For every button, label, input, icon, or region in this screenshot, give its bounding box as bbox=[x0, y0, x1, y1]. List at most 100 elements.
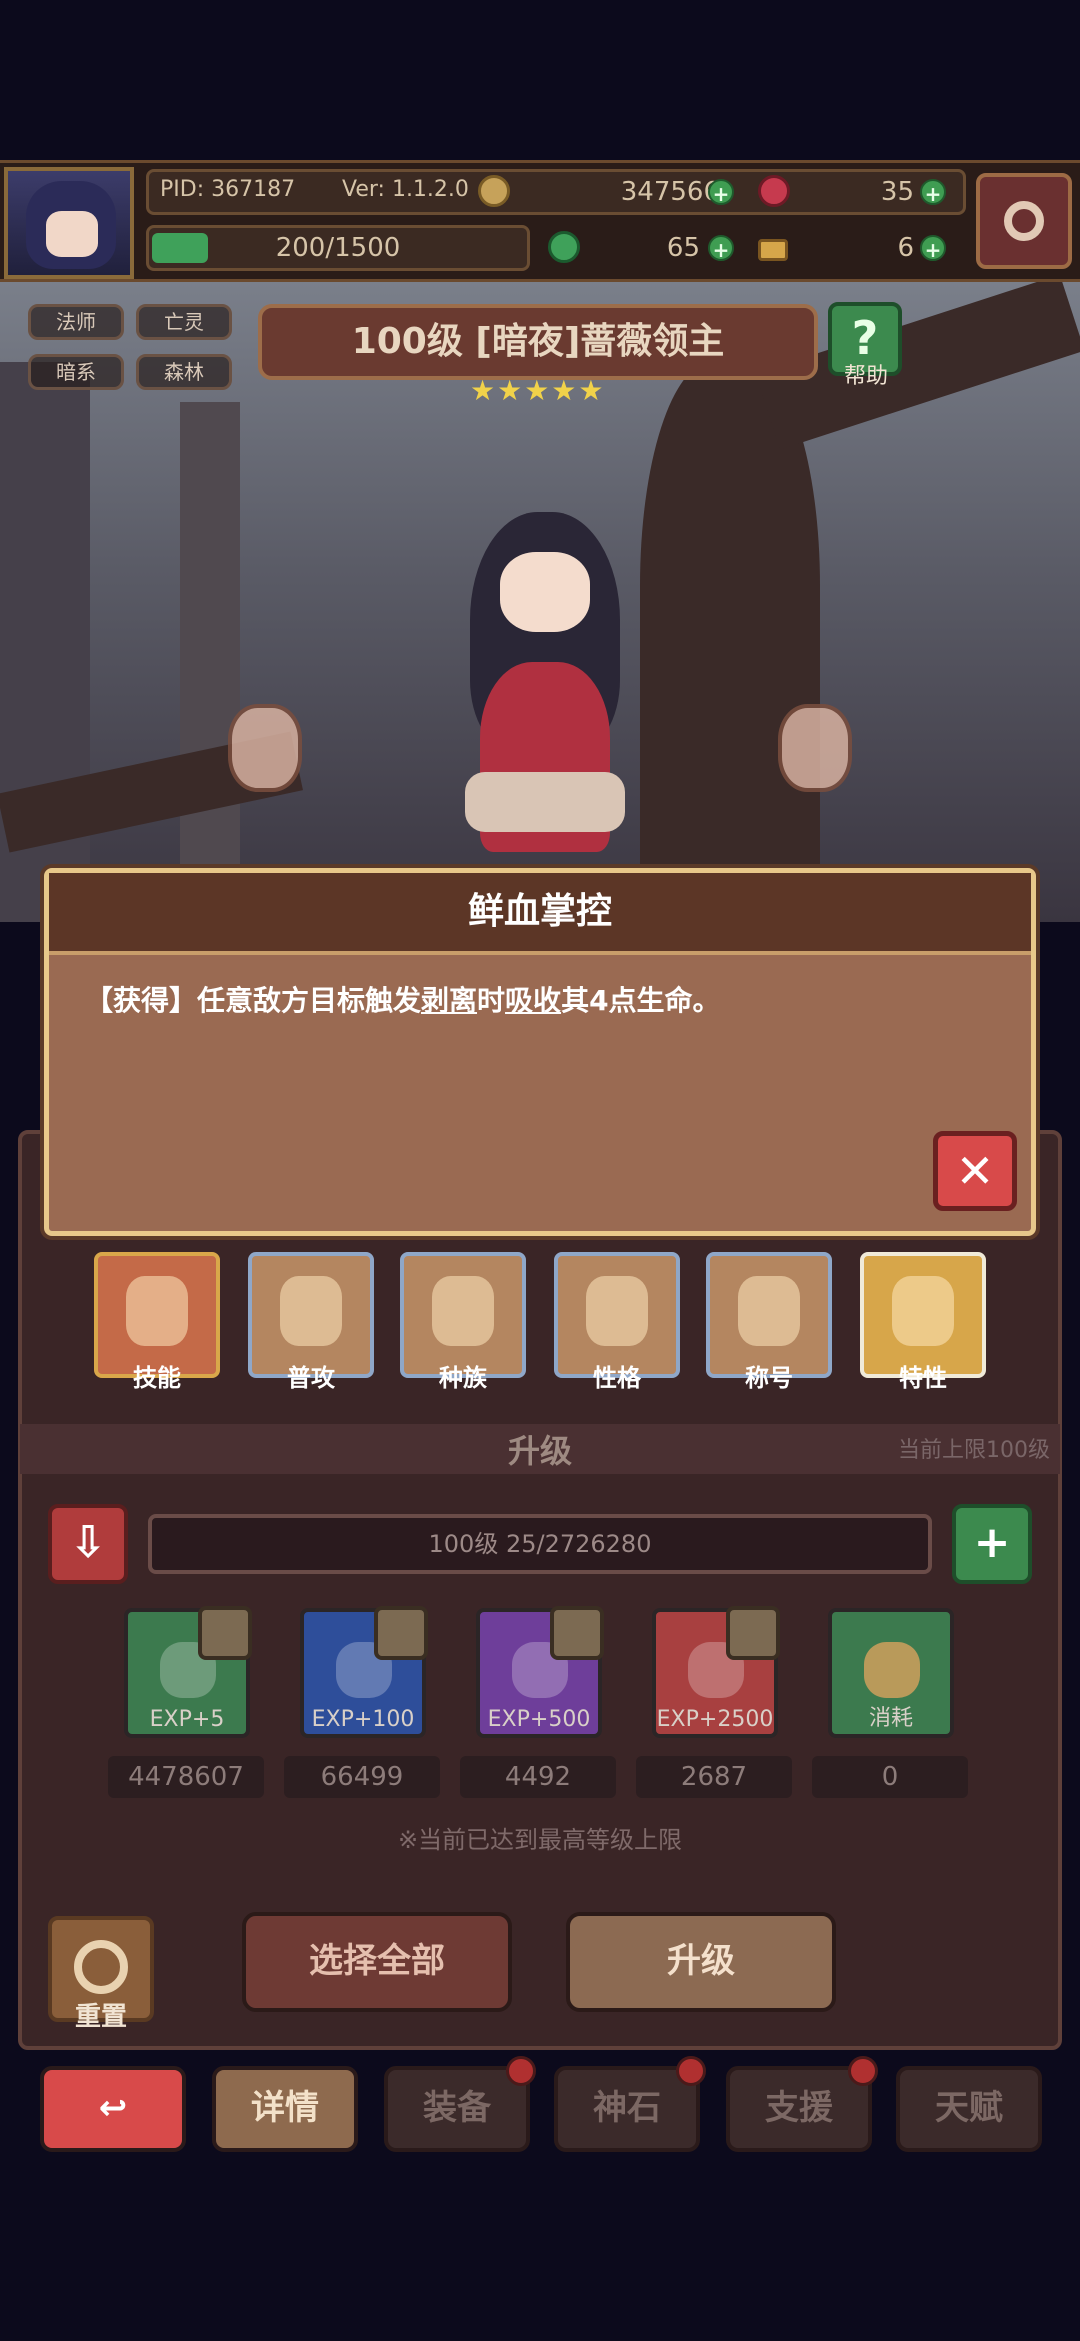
keyword-absorb[interactable]: 吸收 bbox=[505, 984, 561, 1017]
level-cap-text: 当前上限100级 bbox=[898, 1438, 1050, 1463]
tag-terrain: 森林 bbox=[136, 354, 232, 390]
tab-trait-label: 特性 bbox=[899, 1364, 947, 1392]
exp-item-huge[interactable]: EXP+2500 bbox=[652, 1606, 780, 1738]
exp-item-count: 2687 bbox=[636, 1756, 792, 1798]
keyword-strip[interactable]: 剥离 bbox=[421, 984, 477, 1017]
desc-prefix: 【获得】任意敌方目标触发 bbox=[85, 984, 422, 1017]
tag-element: 暗系 bbox=[28, 354, 124, 390]
add-key-button[interactable]: + bbox=[920, 235, 946, 262]
help-label: 帮助 bbox=[843, 364, 888, 389]
gem-amount: 35 bbox=[880, 177, 914, 207]
personality-icon bbox=[586, 1276, 648, 1346]
lock-icon bbox=[198, 1606, 252, 1660]
gear-icon bbox=[1004, 201, 1044, 241]
hero-sprite bbox=[430, 512, 650, 852]
tag-race: 亡灵 bbox=[136, 304, 232, 340]
notification-dot bbox=[676, 2056, 706, 2086]
add-clover-button[interactable]: + bbox=[708, 235, 734, 262]
select-all-button[interactable]: 选择全部 bbox=[242, 1912, 512, 2012]
prev-hero-button[interactable] bbox=[228, 704, 302, 792]
tab-attack-label: 普攻 bbox=[287, 1364, 335, 1392]
lock-icon bbox=[726, 1606, 780, 1660]
player-id: PID: 367187 bbox=[160, 177, 296, 202]
hero-stars: ★★★★★ bbox=[470, 374, 606, 407]
hero-title-bar: 100级 [暗夜]蔷薇领主 bbox=[258, 304, 818, 380]
clover-icon bbox=[548, 231, 580, 263]
exp-item-count: 66499 bbox=[284, 1756, 440, 1798]
upgrade-button[interactable]: 升级 bbox=[566, 1912, 836, 2012]
coin-icon bbox=[864, 1642, 920, 1698]
gold-amount: 347566 bbox=[620, 177, 720, 207]
nav-stone[interactable]: 神石 bbox=[554, 2056, 706, 2152]
plus-icon: + bbox=[973, 1517, 1011, 1568]
download-icon: ⇩ bbox=[69, 1517, 107, 1568]
level-up-button[interactable]: + bbox=[952, 1504, 1032, 1584]
nav-detail[interactable]: 详情 bbox=[212, 2066, 358, 2152]
nav-equip-label: 装备 bbox=[423, 2088, 491, 2128]
exp-item-count: 4478607 bbox=[108, 1756, 264, 1798]
exp-item-label: EXP+100 bbox=[311, 1707, 415, 1732]
cost-count: 0 bbox=[812, 1756, 968, 1798]
nav-support-label: 支援 bbox=[765, 2088, 833, 2128]
exp-item-label: EXP+500 bbox=[487, 1707, 591, 1732]
close-button[interactable]: ✕ bbox=[933, 1131, 1017, 1211]
tab-personality-label: 性格 bbox=[593, 1364, 641, 1392]
max-level-note: ※当前已达到最高等级上限 bbox=[397, 1826, 683, 1854]
next-hero-button[interactable] bbox=[778, 704, 852, 792]
popup-title: 鲜血掌控 bbox=[467, 891, 612, 932]
add-gem-button[interactable]: + bbox=[920, 179, 946, 206]
hero-scene: 法师 亡灵 暗系 森林 100级 [暗夜]蔷薇领主 ★★★★★ ? 帮助 bbox=[0, 282, 1080, 922]
nav-support[interactable]: 支援 bbox=[726, 2056, 878, 2152]
level-progress-bar: 100级 25/2726280 bbox=[148, 1514, 932, 1574]
close-icon: ✕ bbox=[955, 1144, 995, 1198]
lock-icon bbox=[550, 1606, 604, 1660]
upgrade-section-title: 升级 bbox=[507, 1432, 572, 1470]
nav-talent[interactable]: 天赋 bbox=[896, 2066, 1042, 2152]
exp-item-small[interactable]: EXP+5 bbox=[124, 1606, 252, 1738]
popup-description: 【获得】任意敌方目标触发剥离时吸收其4点生命。 bbox=[85, 979, 1005, 1019]
tab-skill-label: 技能 bbox=[133, 1364, 181, 1392]
exp-item-large[interactable]: EXP+500 bbox=[476, 1606, 604, 1738]
exp-item-label: EXP+2500 bbox=[656, 1707, 774, 1732]
trait-icon bbox=[892, 1276, 954, 1346]
player-avatar[interactable] bbox=[4, 167, 134, 279]
exp-item-label: EXP+5 bbox=[149, 1707, 225, 1732]
back-button[interactable]: ↩ bbox=[40, 2066, 186, 2152]
desc-suffix: 其4点生命。 bbox=[561, 984, 721, 1017]
reset-label: 重置 bbox=[74, 2002, 127, 2032]
settings-button[interactable] bbox=[976, 173, 1072, 269]
notification-dot bbox=[506, 2056, 536, 2086]
level-progress-text: 100级 25/2726280 bbox=[428, 1530, 652, 1558]
stamina-text: 200/1500 bbox=[275, 233, 401, 263]
cost-label: 消耗 bbox=[868, 1706, 913, 1731]
title-icon bbox=[738, 1276, 800, 1346]
back-arrow-icon: ↩ bbox=[98, 2088, 128, 2128]
version-text: Ver: 1.1.2.0 bbox=[342, 177, 469, 202]
top-hud: PID: 367187 Ver: 1.1.2.0 347566 + 35 + 2… bbox=[0, 160, 1080, 282]
tag-class: 法师 bbox=[28, 304, 124, 340]
clover-amount: 65 bbox=[666, 233, 700, 263]
desc-mid: 时 bbox=[477, 984, 506, 1017]
refresh-icon bbox=[74, 1940, 128, 1994]
add-gold-button[interactable]: + bbox=[708, 179, 734, 206]
sword-icon bbox=[280, 1276, 342, 1346]
key-icon bbox=[758, 239, 788, 261]
race-icon bbox=[432, 1276, 494, 1346]
key-amount: 6 bbox=[897, 233, 914, 263]
hero-title: 100级 [暗夜]蔷薇领主 bbox=[351, 321, 725, 362]
gold-coin-icon bbox=[478, 175, 510, 207]
cost-item: 消耗 bbox=[828, 1608, 954, 1738]
lock-icon bbox=[374, 1606, 428, 1660]
trait-popup: 鲜血掌控 【获得】任意敌方目标触发剥离时吸收其4点生命。 ✕ bbox=[44, 868, 1036, 1236]
notification-dot bbox=[848, 2056, 878, 2086]
skill-icon bbox=[126, 1276, 188, 1346]
red-gem-icon bbox=[758, 175, 790, 207]
tab-title-label: 称号 bbox=[745, 1364, 793, 1392]
tab-race-label: 种族 bbox=[439, 1364, 487, 1392]
exp-item-medium[interactable]: EXP+100 bbox=[300, 1606, 428, 1738]
level-down-button[interactable]: ⇩ bbox=[48, 1504, 128, 1584]
popup-header: 鲜血掌控 bbox=[49, 873, 1031, 955]
nav-equip[interactable]: 装备 bbox=[384, 2056, 536, 2152]
exp-item-count: 4492 bbox=[460, 1756, 616, 1798]
nav-stone-label: 神石 bbox=[593, 2088, 661, 2128]
